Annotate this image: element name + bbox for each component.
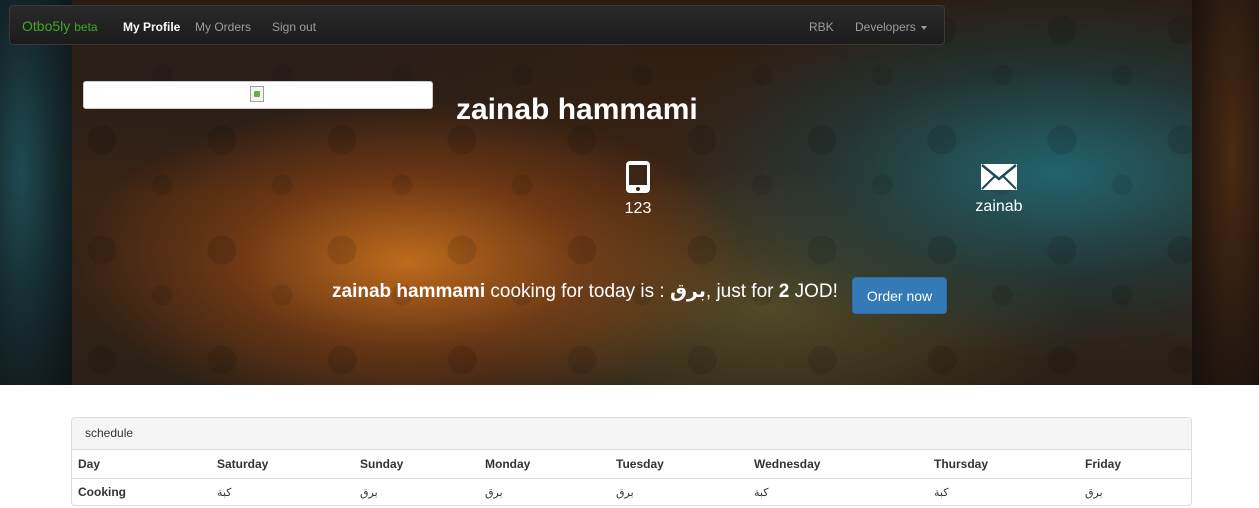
- header-tuesday: Tuesday: [610, 450, 748, 479]
- header-monday: Monday: [479, 450, 610, 479]
- price-text: , just for: [705, 281, 774, 302]
- schedule-table: Day Saturday Sunday Monday Tuesday Wedne…: [72, 450, 1191, 506]
- header-sunday: Sunday: [354, 450, 479, 479]
- cooking-text: cooking for today is :: [490, 281, 665, 302]
- header-day: Day: [72, 450, 211, 479]
- today-dish-line: zainab hammami cooking for today is : بر…: [332, 280, 838, 303]
- nav-my-profile[interactable]: My Profile: [123, 20, 180, 34]
- header-thursday: Thursday: [928, 450, 1079, 479]
- nav-developers-dropdown[interactable]: Developers: [855, 20, 927, 34]
- cell-tuesday: برق: [616, 486, 634, 499]
- cell-wednesday: كبة: [754, 486, 769, 499]
- table-row: Cooking كبة برق برق برق كبة كبة برق: [72, 478, 1191, 506]
- dish-name: برق: [669, 281, 706, 302]
- currency-text: JOD!: [794, 281, 838, 302]
- order-now-button[interactable]: Order now: [852, 277, 947, 314]
- brand-logo[interactable]: Otbo5ly beta: [22, 18, 98, 34]
- profile-name: zainab hammami: [456, 93, 698, 126]
- phone-contact: 123: [612, 160, 664, 218]
- cell-monday: برق: [485, 486, 503, 499]
- nav-developers-label: Developers: [855, 20, 916, 34]
- schedule-header-row: Day Saturday Sunday Monday Tuesday Wedne…: [72, 450, 1191, 479]
- schedule-title: schedule: [72, 418, 1191, 450]
- brand-name: Otbo5ly: [22, 18, 71, 34]
- mobile-phone-icon: [626, 161, 650, 193]
- header-saturday: Saturday: [211, 450, 354, 479]
- header-wednesday: Wednesday: [748, 450, 928, 479]
- profile-photo-frame: [83, 81, 433, 109]
- phone-number: 123: [624, 200, 652, 217]
- hero-side-right: [1192, 0, 1259, 385]
- row-label-cooking: Cooking: [78, 485, 126, 500]
- cell-saturday: كبة: [217, 486, 232, 499]
- schedule-panel: schedule Day Saturday Sunday Monday Tues…: [71, 417, 1192, 506]
- brand-beta-label: beta: [74, 20, 98, 34]
- cell-sunday: برق: [360, 486, 378, 499]
- header-friday: Friday: [1079, 450, 1191, 479]
- caret-down-icon: [920, 25, 927, 30]
- navbar: Otbo5ly beta My Profile My Orders Sign ou…: [9, 5, 945, 45]
- cook-name: zainab hammami: [332, 281, 486, 302]
- email-address: zainab: [975, 198, 1023, 215]
- price-value: 2: [778, 281, 790, 302]
- cell-friday: برق: [1085, 486, 1103, 499]
- envelope-icon: [981, 164, 1017, 190]
- email-contact: zainab: [969, 162, 1029, 216]
- hero-side-left: [0, 0, 72, 385]
- nav-my-orders[interactable]: My Orders: [195, 20, 251, 34]
- nav-sign-out[interactable]: Sign out: [272, 20, 316, 34]
- broken-image-icon: [250, 86, 264, 102]
- cell-thursday: كبة: [934, 486, 949, 499]
- nav-rbk[interactable]: RBK: [809, 20, 834, 34]
